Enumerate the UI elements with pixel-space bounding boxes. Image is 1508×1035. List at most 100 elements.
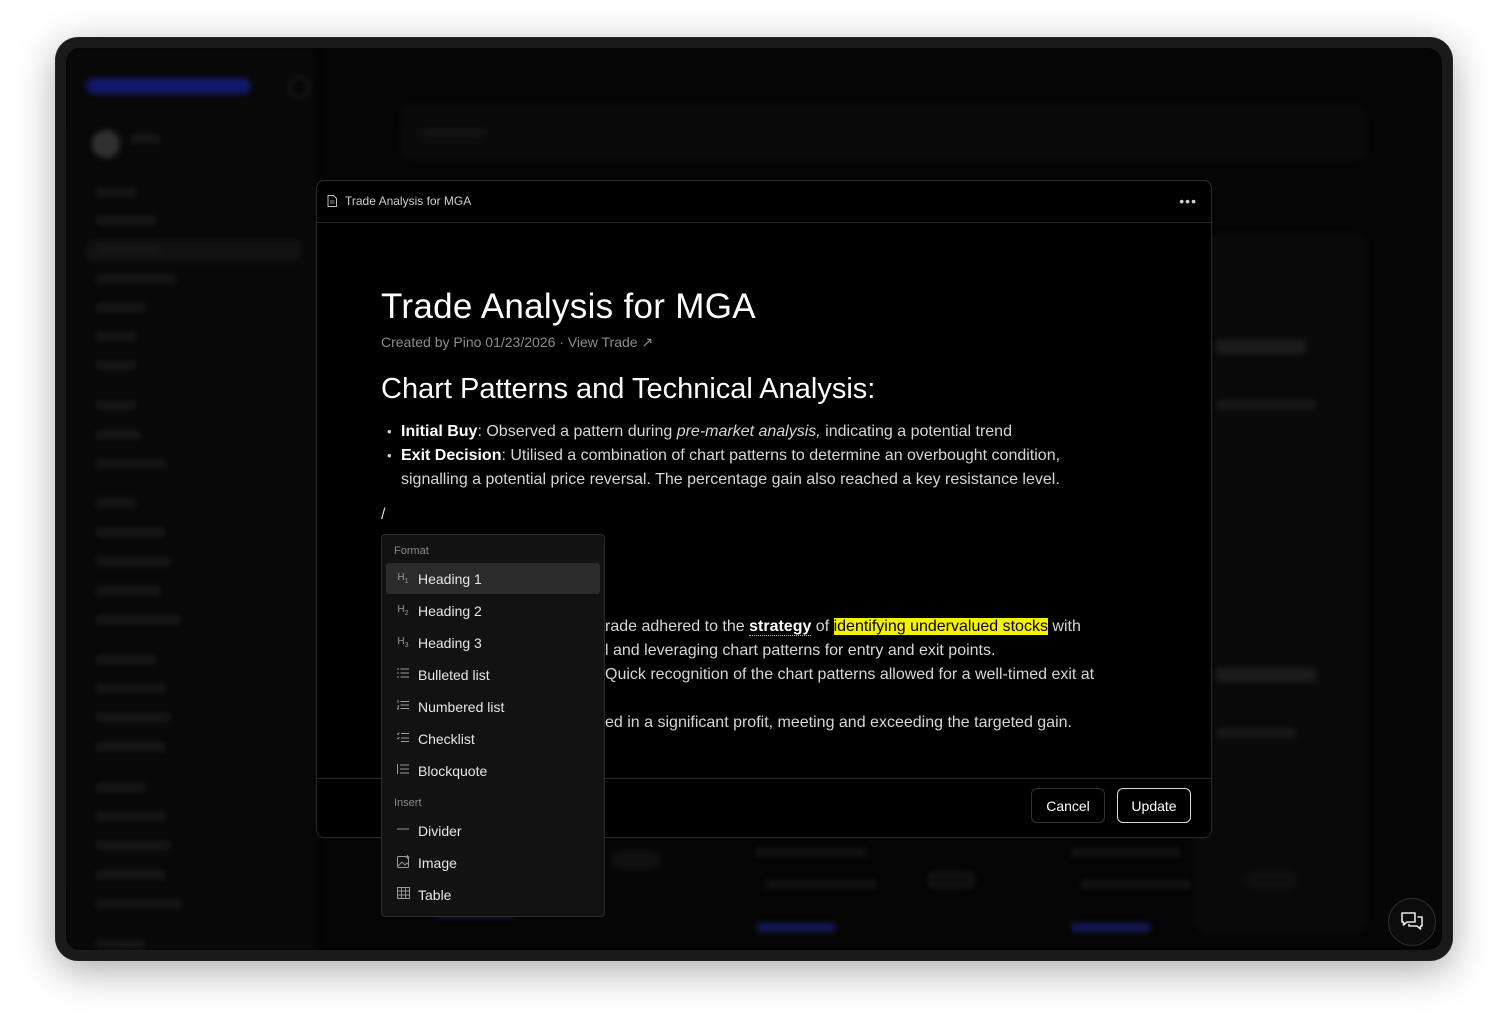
paragraph-line[interactable]: Quick recognition of the chart patterns … [605, 666, 1094, 684]
list-item[interactable]: Exit Decision: Utilised a combination of… [381, 444, 1141, 492]
strategy-link[interactable]: strategy [749, 618, 812, 636]
bullet-text: signalling a potential price reversal. T… [401, 471, 1060, 488]
background-line [96, 812, 166, 821]
highlighted-text: identifying undervalued stocks [833, 618, 1048, 635]
menu-item-bulleted-list[interactable]: Bulleted list [386, 659, 600, 690]
menu-item-label: Heading 3 [418, 634, 482, 651]
menu-item-label: Image [418, 854, 457, 871]
menu-group-insert: Insert [394, 797, 422, 809]
background-link [756, 923, 836, 932]
background-line [96, 498, 136, 507]
created-by-text: Created by Pino 01/23/2026 · [381, 334, 568, 350]
background-line [96, 870, 166, 879]
paragraph-text: rade adhered to the [605, 618, 750, 635]
background-topbar [401, 103, 1366, 161]
paragraph-line[interactable]: rade adhered to the strategy of identify… [605, 618, 1081, 636]
background-line [96, 713, 171, 722]
chat-icon [1401, 912, 1423, 930]
menu-item-table[interactable]: Table [386, 879, 600, 910]
slash-command-input[interactable]: / [381, 506, 1141, 524]
menu-item-checklist[interactable]: Checklist [386, 723, 600, 754]
heading-2-icon: H2 [397, 604, 409, 617]
menu-item-heading-1[interactable]: H1 Heading 1 [386, 563, 600, 594]
background-line [1216, 728, 1296, 737]
menu-group-format: Format [394, 545, 429, 557]
background-line [766, 880, 876, 889]
background-line [96, 188, 136, 197]
bullet-bold-text: Initial Buy [401, 423, 478, 440]
background-line [96, 899, 181, 908]
menu-item-numbered-list[interactable]: Numbered list [386, 691, 600, 722]
menu-item-label: Blockquote [418, 762, 488, 779]
background-line [1081, 880, 1191, 889]
paragraph-text: of [811, 618, 834, 635]
background-line [96, 586, 161, 595]
image-icon [395, 854, 411, 871]
document-title[interactable]: Trade Analysis for MGA [381, 287, 1141, 327]
menu-item-heading-3[interactable]: H3 Heading 3 [386, 627, 600, 658]
document-icon [327, 195, 337, 207]
heading-3-icon: H3 [397, 636, 409, 649]
background-chip [1246, 871, 1296, 889]
view-trade-link[interactable]: View Trade ↗ [568, 334, 653, 350]
background-line [96, 216, 156, 225]
document-body[interactable]: Trade Analysis for MGA Created by Pino 0… [381, 241, 1141, 524]
document-meta: Created by Pino 01/23/2026 · View Trade … [381, 334, 1141, 351]
menu-item-label: Table [418, 886, 452, 903]
bullet-list[interactable]: Initial Buy: Observed a pattern during p… [381, 420, 1141, 492]
menu-item-label: Numbered list [418, 698, 505, 715]
menu-item-label: Checklist [418, 730, 475, 747]
chat-button[interactable] [1388, 898, 1436, 946]
app-screen: Trade Analysis for MGA ••• Trade Analysi… [66, 48, 1442, 950]
heading-1-icon: H1 [397, 572, 409, 585]
section-heading[interactable]: Chart Patterns and Technical Analysis: [381, 373, 1141, 406]
divider-icon [395, 824, 411, 837]
bulleted-list-icon [395, 668, 411, 681]
update-button[interactable]: Update [1117, 788, 1191, 823]
background-line [96, 557, 171, 566]
background-line [96, 430, 141, 439]
bullet-text: : Observed a pattern during [477, 423, 677, 440]
background-line [96, 684, 166, 693]
menu-item-blockquote[interactable]: Blockquote [386, 755, 600, 786]
bullet-italic-text: pre-market analysis, [676, 423, 821, 440]
background-panel [1196, 233, 1366, 933]
blockquote-icon [395, 764, 411, 777]
modal-title: Trade Analysis for MGA [345, 194, 472, 208]
paragraph-text: with [1047, 618, 1081, 635]
slash-command-menu: Format H1 Heading 1 H2 Heading 2 H3 Head… [381, 534, 605, 917]
menu-item-image[interactable]: Image [386, 847, 600, 878]
list-item[interactable]: Initial Buy: Observed a pattern during p… [381, 420, 1141, 444]
paragraph-line[interactable]: ed in a significant profit, meeting and … [605, 714, 1072, 732]
background-line [96, 783, 146, 792]
background-line [1216, 668, 1316, 682]
background-line [130, 134, 160, 143]
menu-item-heading-2[interactable]: H2 Heading 2 [386, 595, 600, 626]
background-line [96, 615, 181, 624]
background-line [96, 742, 166, 751]
bullet-bold-text: Exit Decision [401, 447, 502, 464]
background-chip [611, 851, 661, 869]
background-line [1071, 848, 1181, 857]
more-options-icon[interactable]: ••• [1179, 193, 1197, 209]
paragraph-line[interactable]: l and leveraging chart patterns for entr… [605, 642, 995, 660]
background-link [1071, 923, 1151, 932]
background-line [96, 361, 136, 370]
cancel-button[interactable]: Cancel [1031, 788, 1105, 823]
background-avatar [92, 130, 120, 158]
menu-item-divider[interactable]: Divider [386, 815, 600, 846]
menu-item-label: Bulleted list [418, 666, 490, 683]
background-line [1216, 400, 1316, 409]
menu-item-label: Heading 2 [418, 602, 482, 619]
numbered-list-icon [395, 700, 411, 713]
background-line [96, 528, 166, 537]
background-line [96, 332, 136, 341]
modal-header: Trade Analysis for MGA ••• [317, 181, 1211, 223]
background-line [96, 841, 171, 850]
background-search-icon [288, 76, 310, 98]
bullet-text: : Utilised a combination of chart patter… [501, 447, 1061, 464]
background-line [421, 128, 486, 137]
background-line [96, 401, 136, 410]
menu-item-label: Divider [418, 822, 462, 839]
background-line [96, 274, 176, 283]
